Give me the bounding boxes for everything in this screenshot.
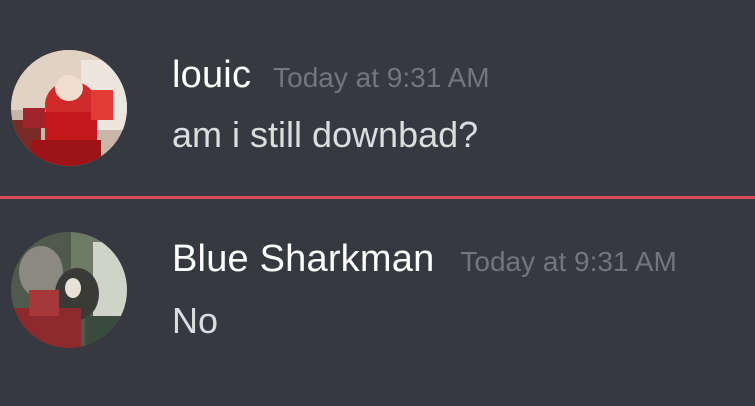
chat-message-list: louic Today at 9:31 AM am i still downba… <box>0 0 755 406</box>
message-text: am i still downbad? <box>172 114 479 155</box>
message-header: Blue Sharkman Today at 9:31 AM <box>172 238 677 281</box>
timestamp[interactable]: Today at 9:31 AM <box>460 246 676 278</box>
new-messages-divider <box>0 196 755 199</box>
timestamp[interactable]: Today at 9:31 AM <box>273 62 489 94</box>
avatar-image <box>11 232 127 348</box>
avatar[interactable] <box>11 50 127 166</box>
avatar-image <box>11 50 127 166</box>
chat-message: louic Today at 9:31 AM am i still downba… <box>0 40 755 170</box>
username[interactable]: louic <box>172 54 251 97</box>
chat-message: Blue Sharkman Today at 9:31 AM No <box>0 230 755 360</box>
avatar[interactable] <box>11 232 127 348</box>
username[interactable]: Blue Sharkman <box>172 238 434 281</box>
message-header: louic Today at 9:31 AM <box>172 54 490 97</box>
message-text: No <box>172 300 219 341</box>
